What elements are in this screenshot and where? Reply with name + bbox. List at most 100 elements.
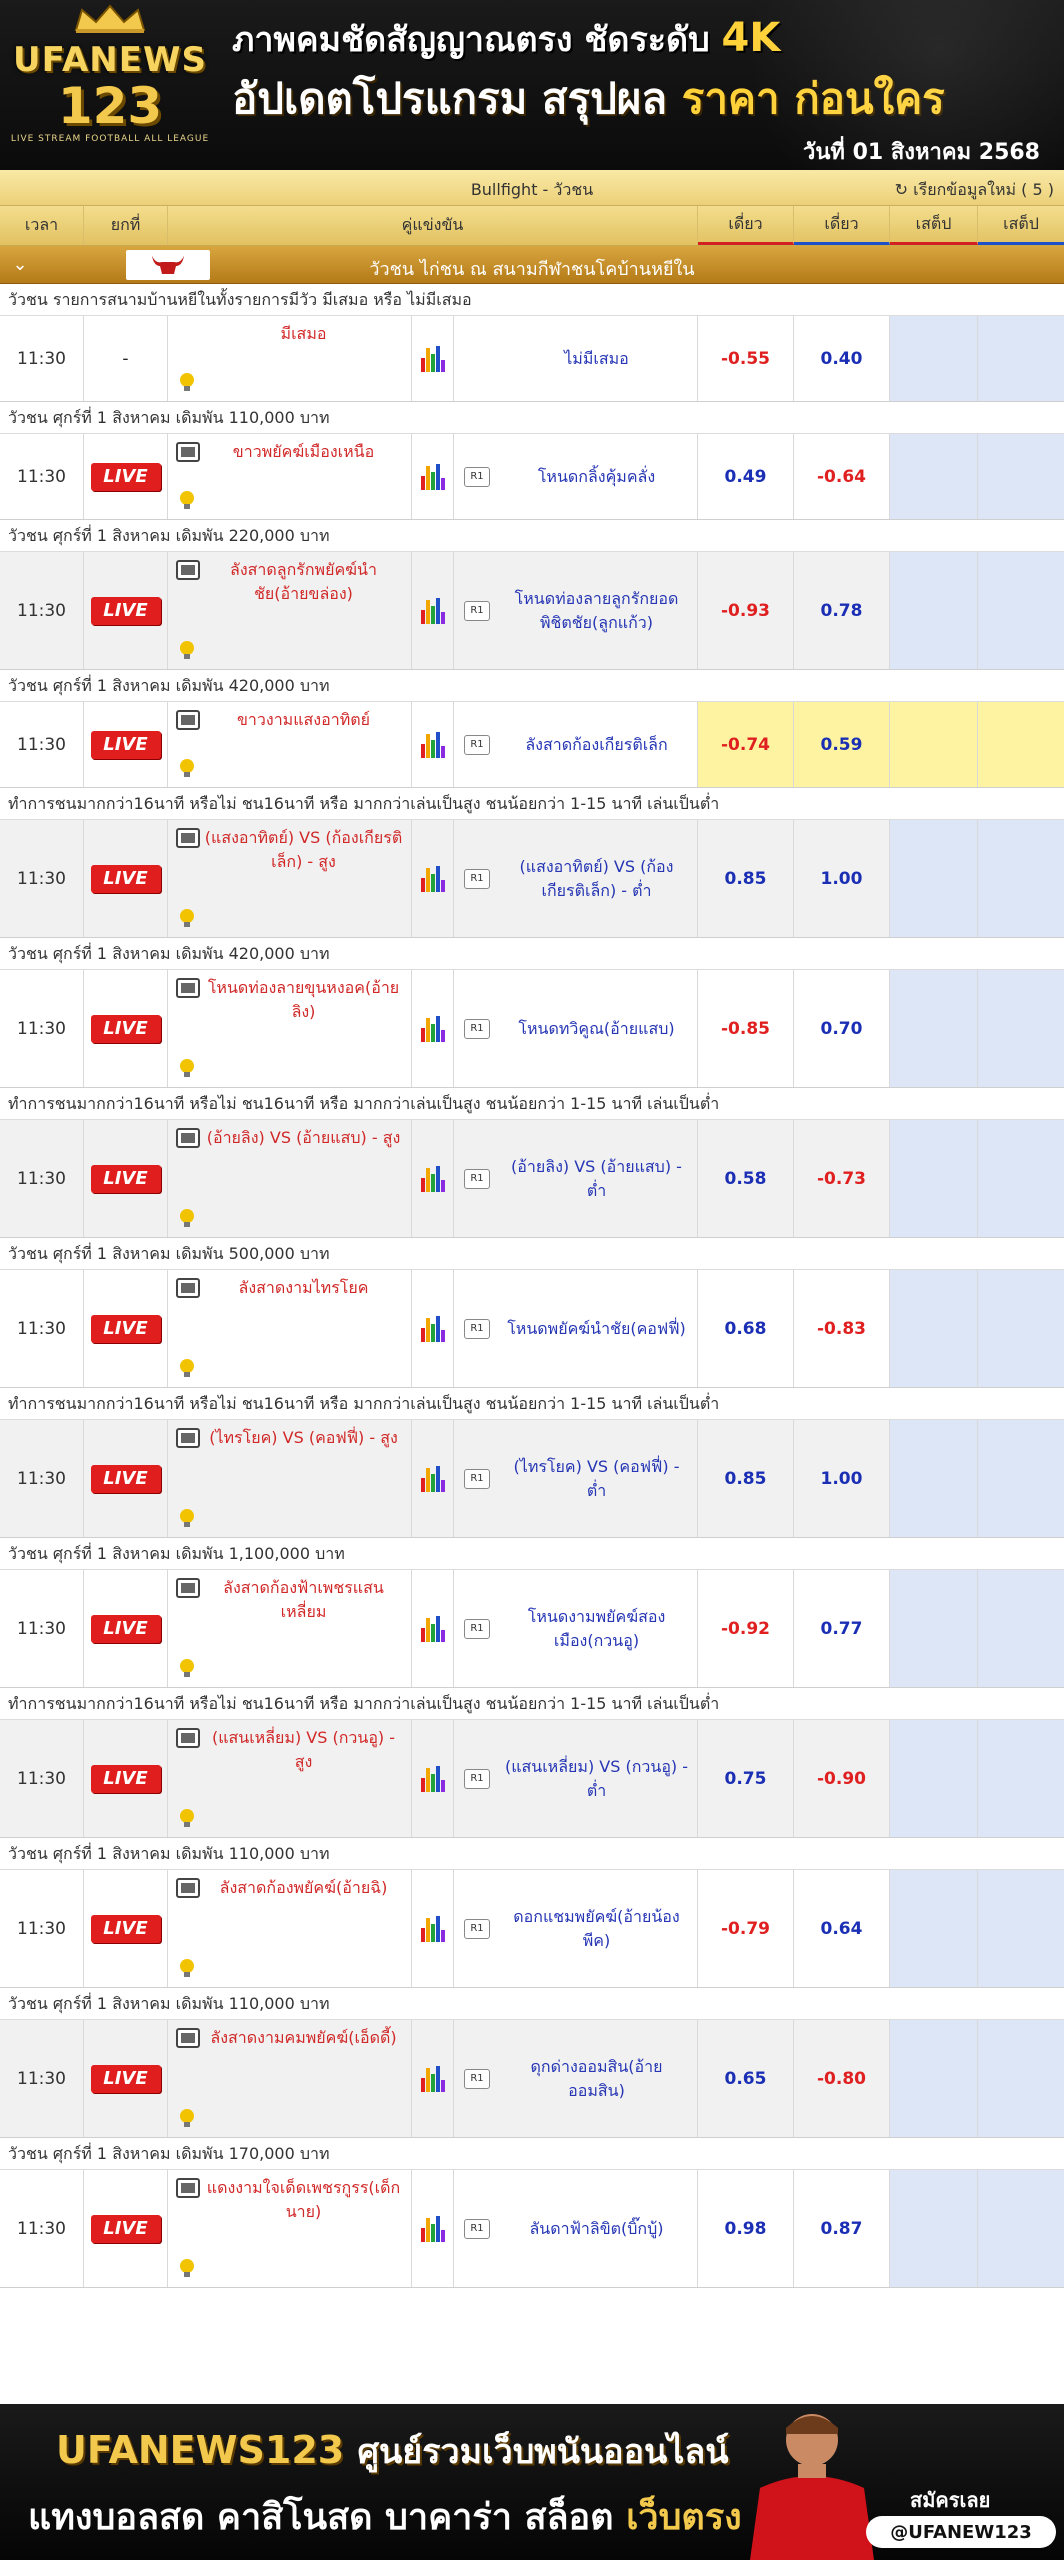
single-odds-1[interactable]: -0.85 bbox=[698, 970, 794, 1087]
live-button[interactable]: LIVE bbox=[90, 1764, 161, 1793]
stats-chart-icon[interactable] bbox=[420, 1465, 445, 1492]
home-team-cell[interactable]: (แสนเหลี่ยม) VS (กวนอู) - สูง bbox=[168, 1720, 412, 1837]
step-odds-1[interactable] bbox=[890, 820, 978, 937]
home-team-cell[interactable]: ลังสาดก้องพยัคฆ์(อ้ายฉิ) bbox=[168, 1870, 412, 1987]
step-odds-1[interactable] bbox=[890, 702, 978, 787]
single-odds-2[interactable]: -0.64 bbox=[794, 434, 890, 519]
stats-cell[interactable] bbox=[412, 1720, 454, 1837]
away-team-cell[interactable]: R1 (ไทรโยค) VS (คอฟฟี่) - ต่ำ bbox=[454, 1420, 698, 1537]
single-odds-1[interactable]: 0.85 bbox=[698, 820, 794, 937]
live-button[interactable]: LIVE bbox=[90, 1464, 161, 1493]
tv-icon[interactable] bbox=[176, 978, 200, 998]
stats-cell[interactable] bbox=[412, 820, 454, 937]
stats-cell[interactable] bbox=[412, 2170, 454, 2287]
step-odds-2[interactable] bbox=[978, 1270, 1064, 1387]
tv-icon[interactable] bbox=[176, 560, 200, 580]
step-odds-2[interactable] bbox=[978, 1720, 1064, 1837]
stats-chart-icon[interactable] bbox=[420, 1315, 445, 1342]
brand-logo[interactable]: UFANEWS 123 LIVE STREAM FOOTBALL ALL LEA… bbox=[10, 4, 210, 168]
step-odds-2[interactable] bbox=[978, 2170, 1064, 2287]
home-team-cell[interactable]: ลังสาดงามคมพยัคฆ์(เอ็ดดี้) bbox=[168, 2020, 412, 2137]
tv-icon[interactable] bbox=[176, 2178, 200, 2198]
home-team-cell[interactable]: ลังสาดก้องฟ้าเพชรแสนเหลี่ยม bbox=[168, 1570, 412, 1687]
step-odds-2[interactable] bbox=[978, 552, 1064, 669]
away-team-cell[interactable]: R1 โหนดทวิคูณ(อ้ายแสบ) bbox=[454, 970, 698, 1087]
single-odds-2[interactable]: 0.70 bbox=[794, 970, 890, 1087]
step-odds-1[interactable] bbox=[890, 2170, 978, 2287]
stats-chart-icon[interactable] bbox=[420, 345, 445, 372]
step-odds-2[interactable] bbox=[978, 1870, 1064, 1987]
home-team-cell[interactable]: (ไทรโยค) VS (คอฟฟี่) - สูง bbox=[168, 1420, 412, 1537]
step-odds-1[interactable] bbox=[890, 1870, 978, 1987]
stats-cell[interactable] bbox=[412, 1420, 454, 1537]
single-odds-1[interactable]: -0.74 bbox=[698, 702, 794, 787]
step-odds-1[interactable] bbox=[890, 1120, 978, 1237]
live-button[interactable]: LIVE bbox=[90, 1164, 161, 1193]
home-team-cell[interactable]: โหนดท่องลายขุนหงอค(อ้ายลิง) bbox=[168, 970, 412, 1087]
single-odds-2[interactable]: 0.78 bbox=[794, 552, 890, 669]
tv-icon[interactable] bbox=[176, 1878, 200, 1898]
away-team-cell[interactable]: R1 โหนดพยัคฆ์นำชัย(คอฟฟี่) bbox=[454, 1270, 698, 1387]
stats-cell[interactable] bbox=[412, 970, 454, 1087]
single-odds-1[interactable]: -0.92 bbox=[698, 1570, 794, 1687]
live-button[interactable]: LIVE bbox=[90, 864, 161, 893]
stats-chart-icon[interactable] bbox=[420, 463, 445, 490]
away-team-cell[interactable]: R1 ดุกด่างออมสิน(อ้ายออมสิน) bbox=[454, 2020, 698, 2137]
stats-chart-icon[interactable] bbox=[420, 1165, 445, 1192]
away-team-cell[interactable]: R1 โหนดกลิ้งคุ้มคลั่ง bbox=[454, 434, 698, 519]
line-handle-button[interactable]: @UFANEW123 bbox=[866, 2516, 1056, 2548]
stats-chart-icon[interactable] bbox=[420, 731, 445, 758]
step-odds-1[interactable] bbox=[890, 1270, 978, 1387]
single-odds-1[interactable]: -0.93 bbox=[698, 552, 794, 669]
step-odds-1[interactable] bbox=[890, 316, 978, 401]
stats-chart-icon[interactable] bbox=[420, 2065, 445, 2092]
single-odds-2[interactable]: -0.80 bbox=[794, 2020, 890, 2137]
step-odds-2[interactable] bbox=[978, 316, 1064, 401]
home-team-cell[interactable]: (อ้ายลิง) VS (อ้ายแสบ) - สูง bbox=[168, 1120, 412, 1237]
step-odds-1[interactable] bbox=[890, 970, 978, 1087]
refresh-button[interactable]: ↻ เรียกข้อมูลใหม่ ( 5 ) bbox=[895, 178, 1054, 203]
stats-cell[interactable] bbox=[412, 2020, 454, 2137]
step-odds-1[interactable] bbox=[890, 1420, 978, 1537]
home-team-cell[interactable]: ลังสาดงามไทรโยค bbox=[168, 1270, 412, 1387]
tv-icon[interactable] bbox=[176, 442, 200, 462]
stats-cell[interactable] bbox=[412, 702, 454, 787]
stats-chart-icon[interactable] bbox=[420, 1765, 445, 1792]
single-odds-1[interactable]: 0.65 bbox=[698, 2020, 794, 2137]
single-odds-2[interactable]: 0.87 bbox=[794, 2170, 890, 2287]
home-team-cell[interactable]: ลังสาดลูกรักพยัคฆ์นำชัย(อ้ายขล่อง) bbox=[168, 552, 412, 669]
stats-cell[interactable] bbox=[412, 1120, 454, 1237]
step-odds-1[interactable] bbox=[890, 552, 978, 669]
home-team-cell[interactable]: (แสงอาทิตย์) VS (ก้องเกียรติเล็ก) - สูง bbox=[168, 820, 412, 937]
stats-chart-icon[interactable] bbox=[420, 865, 445, 892]
live-button[interactable]: LIVE bbox=[90, 1314, 161, 1343]
single-odds-2[interactable]: 0.77 bbox=[794, 1570, 890, 1687]
home-team-cell[interactable]: ขาวงามแสงอาทิตย์ bbox=[168, 702, 412, 787]
live-button[interactable]: LIVE bbox=[90, 1914, 161, 1943]
single-odds-1[interactable]: 0.68 bbox=[698, 1270, 794, 1387]
single-odds-1[interactable]: 0.98 bbox=[698, 2170, 794, 2287]
stats-chart-icon[interactable] bbox=[420, 1015, 445, 1042]
stats-chart-icon[interactable] bbox=[420, 2215, 445, 2242]
home-team-cell[interactable]: แดงงามใจเด็ดเพชรกูรร(เด็กนาย) bbox=[168, 2170, 412, 2287]
single-odds-2[interactable]: 1.00 bbox=[794, 820, 890, 937]
single-odds-1[interactable]: 0.85 bbox=[698, 1420, 794, 1537]
single-odds-1[interactable]: 0.49 bbox=[698, 434, 794, 519]
single-odds-2[interactable]: 1.00 bbox=[794, 1420, 890, 1537]
away-team-cell[interactable]: R1 (อ้ายลิง) VS (อ้ายแสบ) - ต่ำ bbox=[454, 1120, 698, 1237]
tv-icon[interactable] bbox=[176, 2028, 200, 2048]
tv-icon[interactable] bbox=[176, 1128, 200, 1148]
single-odds-1[interactable]: -0.79 bbox=[698, 1870, 794, 1987]
step-odds-2[interactable] bbox=[978, 970, 1064, 1087]
step-odds-2[interactable] bbox=[978, 1120, 1064, 1237]
step-odds-1[interactable] bbox=[890, 1720, 978, 1837]
single-odds-1[interactable]: 0.75 bbox=[698, 1720, 794, 1837]
stats-cell[interactable] bbox=[412, 1870, 454, 1987]
stats-chart-icon[interactable] bbox=[420, 597, 445, 624]
single-odds-2[interactable]: -0.73 bbox=[794, 1120, 890, 1237]
stats-cell[interactable] bbox=[412, 1570, 454, 1687]
single-odds-2[interactable]: 0.40 bbox=[794, 316, 890, 401]
stats-cell[interactable] bbox=[412, 552, 454, 669]
league-bar[interactable]: ⌄ วัวชน ไก่ชน ณ สนามกีฬาชนโคบ้านหยีใน bbox=[0, 246, 1064, 284]
away-team-cell[interactable]: R1 ดอกแชมพยัคฆ์(อ้ายน้องพีค) bbox=[454, 1870, 698, 1987]
